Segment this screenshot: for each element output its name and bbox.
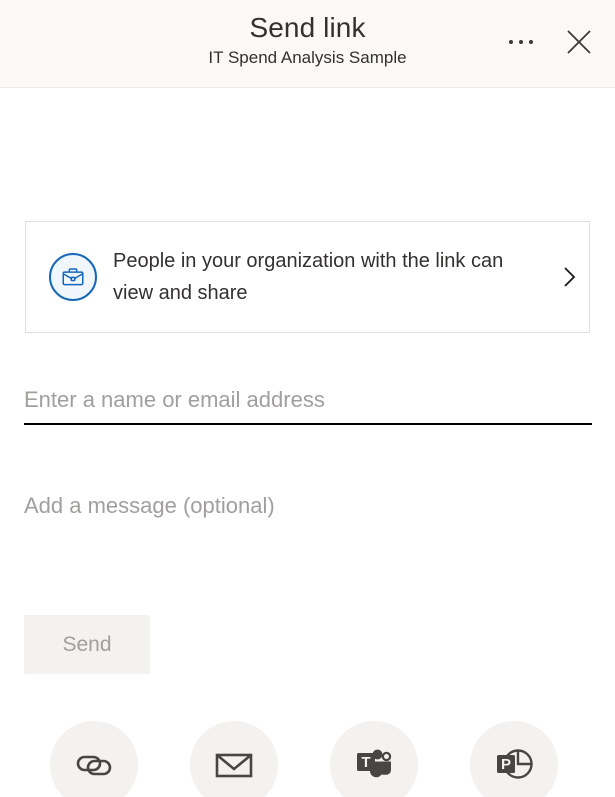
recipients-field xyxy=(24,385,592,425)
close-icon xyxy=(567,30,591,54)
briefcase-icon xyxy=(49,253,97,301)
link-icon xyxy=(50,721,138,797)
dialog-header: Send link IT Spend Analysis Sample xyxy=(0,0,615,88)
header-actions xyxy=(499,20,601,64)
envelope-icon xyxy=(190,721,278,797)
message-field xyxy=(24,490,592,531)
more-options-button[interactable] xyxy=(499,20,543,64)
dialog-body: People in your organization with the lin… xyxy=(0,88,615,797)
powerpoint-icon: P xyxy=(470,721,558,797)
svg-text:T: T xyxy=(361,754,370,771)
message-input[interactable] xyxy=(24,490,592,526)
teams-button[interactable]: T Teams xyxy=(304,721,444,797)
chevron-right-icon xyxy=(549,263,589,291)
send-button[interactable]: Send xyxy=(24,615,150,674)
close-button[interactable] xyxy=(557,20,601,64)
svg-text:P: P xyxy=(501,756,511,773)
mail-button[interactable]: Mail xyxy=(164,721,304,797)
share-actions-row: Copy link Mail xyxy=(24,721,592,797)
teams-icon: T xyxy=(330,721,418,797)
send-link-dialog: Send link IT Spend Analysis Sample Peopl… xyxy=(0,0,615,797)
recipients-input[interactable] xyxy=(24,385,592,415)
copy-link-button[interactable]: Copy link xyxy=(24,721,164,797)
link-permission-label: People in your organization with the lin… xyxy=(113,250,504,304)
powerpoint-button[interactable]: P PowerPoint xyxy=(444,721,584,797)
link-settings-button[interactable]: People in your organization with the lin… xyxy=(25,221,590,333)
ellipsis-icon xyxy=(509,40,533,44)
